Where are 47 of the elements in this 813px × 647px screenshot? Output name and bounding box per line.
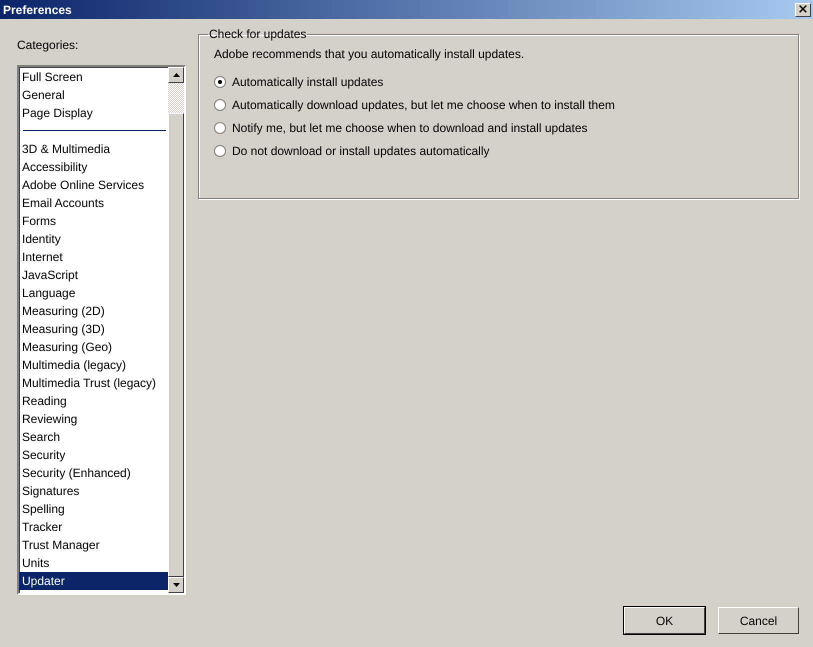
- category-item[interactable]: Page Display: [19, 104, 168, 122]
- up-arrow-icon: [172, 73, 180, 77]
- category-item[interactable]: Security (Enhanced): [19, 464, 168, 482]
- window-title: Preferences: [3, 2, 72, 16]
- category-item[interactable]: JavaScript: [19, 266, 168, 284]
- category-item[interactable]: Email Accounts: [19, 194, 168, 212]
- radio-button[interactable]: [214, 144, 226, 156]
- radio-button[interactable]: [214, 122, 226, 134]
- category-item[interactable]: Adobe Online Services: [19, 176, 168, 194]
- categories-label: Categories:: [17, 38, 80, 54]
- category-item[interactable]: Accessibility: [19, 158, 168, 176]
- category-item[interactable]: Multimedia (legacy): [19, 356, 168, 374]
- category-item[interactable]: Identity: [19, 230, 168, 248]
- category-item[interactable]: Tracker: [19, 518, 168, 536]
- category-item[interactable]: Units: [19, 554, 168, 572]
- category-item[interactable]: Reading: [19, 392, 168, 410]
- close-button[interactable]: ×: [795, 2, 811, 16]
- group-title: Check for updates: [208, 27, 308, 41]
- category-item[interactable]: Language: [19, 284, 168, 302]
- radio-option[interactable]: Automatically download updates, but let me choose when to install them: [214, 93, 784, 116]
- cancel-button[interactable]: Cancel: [718, 607, 799, 634]
- scroll-up-button[interactable]: [168, 67, 184, 83]
- category-item[interactable]: Trust Manager: [19, 536, 168, 554]
- category-item[interactable]: Search: [19, 428, 168, 446]
- category-item[interactable]: Signatures: [19, 482, 168, 500]
- category-item[interactable]: Forms: [19, 212, 168, 230]
- category-item[interactable]: Measuring (Geo): [19, 338, 168, 356]
- ok-button[interactable]: OK: [624, 607, 705, 634]
- radio-option[interactable]: Notify me, but let me choose when to download and install updates: [214, 116, 784, 139]
- category-item[interactable]: General: [19, 86, 168, 104]
- category-item[interactable]: Security: [19, 446, 168, 464]
- category-item[interactable]: Updater: [19, 572, 168, 590]
- radio-button[interactable]: [214, 98, 226, 110]
- radio-button[interactable]: [214, 76, 226, 88]
- radio-option[interactable]: Do not download or install updates automatically: [214, 139, 784, 162]
- category-item[interactable]: Measuring (2D): [19, 302, 168, 320]
- radio-option[interactable]: Automatically install updates: [214, 70, 784, 93]
- category-item[interactable]: Spelling: [19, 500, 168, 518]
- category-item[interactable]: Measuring (3D): [19, 320, 168, 338]
- category-item[interactable]: Internet: [19, 248, 168, 266]
- down-arrow-icon: [172, 583, 180, 587]
- category-item[interactable]: Multimedia Trust (legacy): [19, 374, 168, 392]
- scroll-down-button[interactable]: [168, 577, 184, 593]
- category-item[interactable]: 3D & Multimedia: [19, 140, 168, 158]
- recommendation-text: Adobe recommends that you automatically install updates.: [214, 47, 526, 61]
- category-item[interactable]: Reviewing: [19, 410, 168, 428]
- category-item[interactable]: Full Screen: [19, 68, 168, 86]
